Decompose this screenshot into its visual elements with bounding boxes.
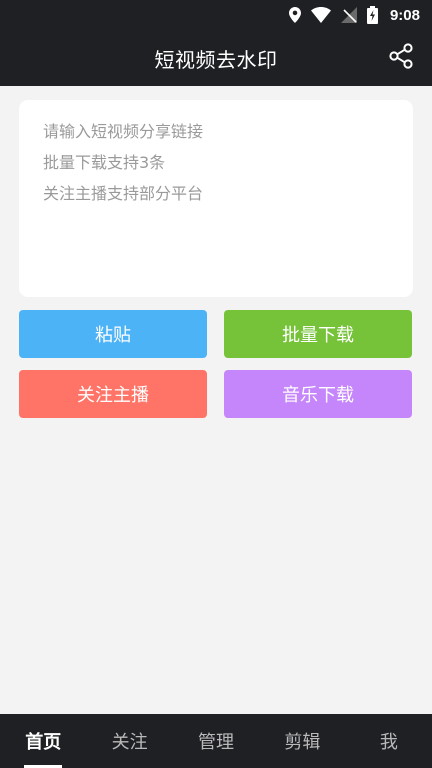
status-time: 9:08 — [389, 6, 420, 24]
music-download-button[interactable]: 音乐下载 — [224, 370, 412, 418]
nav-item-home[interactable]: 首页 — [0, 714, 86, 768]
nav-item-follow[interactable]: 关注 — [86, 714, 172, 768]
nav-item-label: 关注 — [111, 732, 148, 753]
share-link-input[interactable] — [19, 100, 413, 297]
nav-item-label: 剪辑 — [284, 732, 321, 753]
batch-download-button[interactable]: 批量下载 — [224, 310, 412, 358]
nav-item-label: 首页 — [25, 732, 62, 753]
nav-item-manage[interactable]: 管理 — [173, 714, 259, 768]
wifi-icon — [310, 7, 331, 23]
battery-charging-icon — [366, 6, 378, 24]
nav-item-label: 管理 — [198, 732, 235, 753]
location-icon — [288, 7, 301, 23]
link-input-card — [19, 100, 413, 297]
nav-item-me[interactable]: 我 — [346, 714, 432, 768]
paste-button[interactable]: 粘贴 — [19, 310, 207, 358]
nav-item-edit[interactable]: 剪辑 — [259, 714, 345, 768]
follow-streamer-button[interactable]: 关注主播 — [19, 370, 207, 418]
app-bar: 短视频去水印 — [0, 30, 432, 86]
share-button[interactable] — [386, 43, 416, 73]
bottom-nav: 首页 关注 管理 剪辑 我 — [0, 714, 432, 768]
nav-item-label: 我 — [379, 732, 398, 753]
status-bar: 9:08 — [0, 0, 432, 30]
signal-off-icon — [340, 7, 357, 23]
share-icon — [388, 43, 414, 73]
page-title: 短视频去水印 — [154, 47, 278, 72]
